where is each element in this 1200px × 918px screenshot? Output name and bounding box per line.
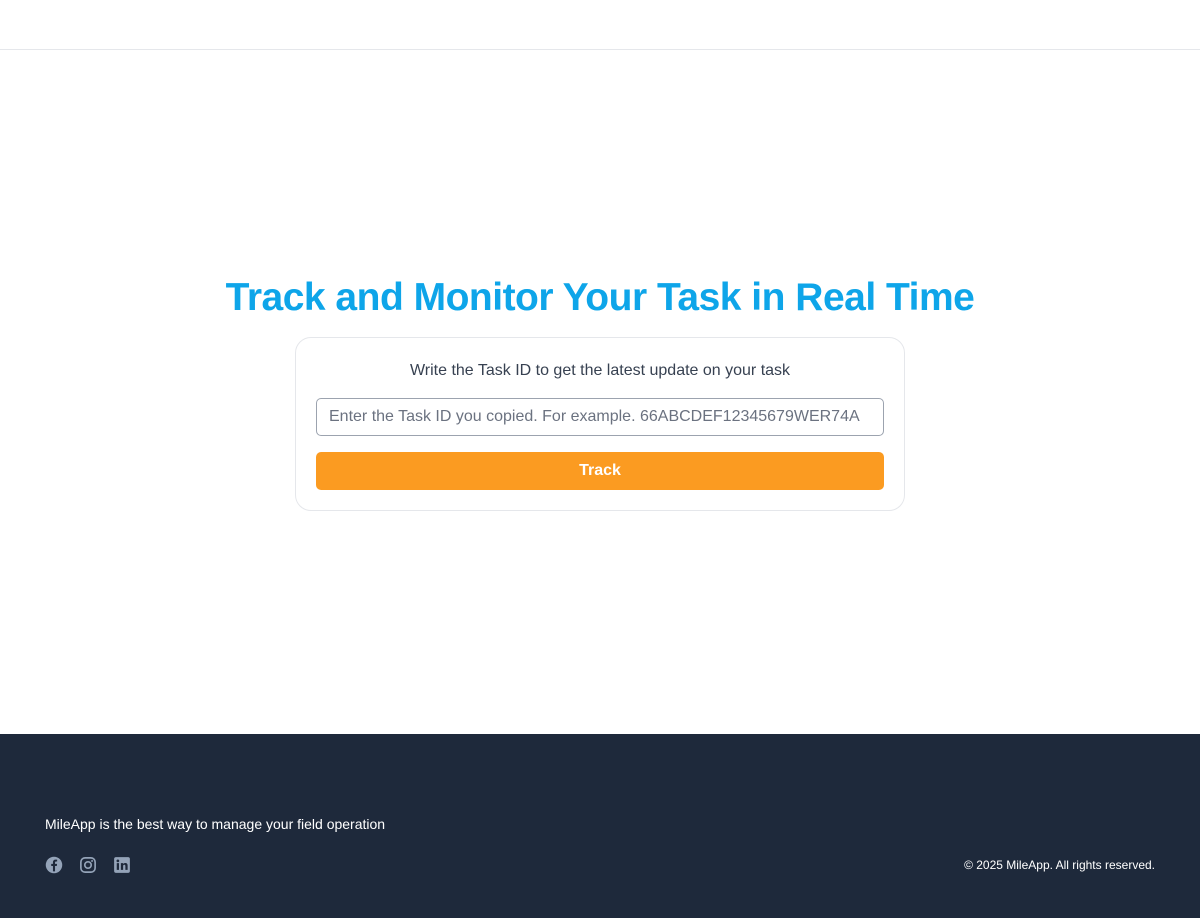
facebook-icon[interactable] bbox=[45, 856, 63, 874]
instagram-icon[interactable] bbox=[79, 856, 97, 874]
track-instructions: Write the Task ID to get the latest upda… bbox=[409, 362, 791, 379]
page-title: Track and Monitor Your Task in Real Time bbox=[225, 276, 975, 319]
track-button[interactable]: Track bbox=[316, 452, 884, 490]
task-id-input[interactable] bbox=[316, 398, 884, 436]
linkedin-icon[interactable] bbox=[113, 856, 131, 874]
main-content: Track and Monitor Your Task in Real Time… bbox=[0, 50, 1200, 734]
footer: MileApp is the best way to manage your f… bbox=[0, 734, 1200, 918]
copyright-text: © 2025 MileApp. All rights reserved. bbox=[964, 858, 1155, 872]
top-navbar bbox=[0, 0, 1200, 50]
track-card: Write the Task ID to get the latest upda… bbox=[295, 337, 905, 511]
footer-tagline: MileApp is the best way to manage your f… bbox=[45, 816, 386, 832]
social-links bbox=[45, 856, 131, 874]
